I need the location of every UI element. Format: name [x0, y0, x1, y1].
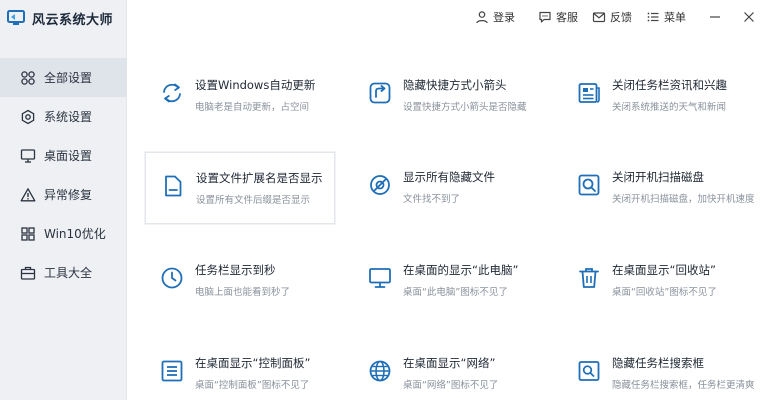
sidebar-item-tools[interactable]: 工具大全 — [0, 253, 127, 292]
hidden-eye-icon — [367, 172, 393, 198]
sidebar-item-system-settings[interactable]: 系统设置 — [0, 97, 127, 136]
service-label: 客服 — [556, 11, 578, 24]
refresh-icon — [159, 80, 185, 106]
card-title: 在桌面显示“回收站” — [612, 263, 716, 277]
card-desc: 桌面“此电脑”图标不见了 — [403, 287, 508, 298]
app-logo-icon — [6, 8, 26, 28]
user-icon — [476, 11, 488, 24]
card-title: 关闭任务栏资讯和兴趣 — [612, 78, 727, 92]
clock-icon — [159, 265, 185, 291]
sidebar: 风云系统大师 全部设置 系统设置 桌面设置 异常修复 Win10优化 工具大全 — [0, 0, 127, 400]
top-bar: 登录 客服 反馈 菜单 — [127, 0, 760, 34]
card-title: 任务栏显示到秒 — [195, 263, 276, 277]
sidebar-item-label: 全部设置 — [44, 71, 93, 85]
card-title: 设置Windows自动更新 — [195, 78, 316, 92]
sidebar-nav: 全部设置 系统设置 桌面设置 异常修复 Win10优化 工具大全 — [0, 58, 127, 292]
minimize-button[interactable] — [707, 9, 723, 25]
file-icon — [160, 173, 186, 199]
card-title: 隐藏快捷方式小箭头 — [403, 78, 507, 92]
news-icon — [576, 80, 602, 106]
sidebar-item-win10[interactable]: Win10优化 — [0, 214, 127, 253]
menu-label: 菜单 — [664, 11, 686, 24]
card-title: 在桌面的显示“此电脑” — [403, 263, 519, 277]
menu-button[interactable]: 菜单 — [646, 8, 686, 26]
login-button[interactable]: 登录 — [475, 8, 515, 26]
app-title: 风云系统大师 — [32, 12, 114, 28]
card-taskbar-search[interactable]: 隐藏任务栏搜索框 隐藏任务栏搜索框，任务栏更清爽 — [562, 338, 755, 400]
card-title: 设置文件扩展名是否显示 — [196, 171, 323, 185]
card-disk-scan[interactable]: 关闭开机扫描磁盘 关闭开机扫描磁盘，加快开机速度 — [562, 152, 755, 224]
disk-scan-icon — [576, 172, 602, 198]
card-title: 关闭开机扫描磁盘 — [612, 170, 704, 184]
card-title: 在桌面显示“控制面板” — [195, 356, 311, 370]
globe-icon — [367, 358, 393, 384]
grid-circles-icon — [20, 70, 36, 86]
card-desc: 电脑上面也能看到秒了 — [195, 287, 291, 298]
feedback-label: 反馈 — [610, 11, 632, 24]
card-desc: 设置快捷方式小箭头是否隐藏 — [403, 102, 527, 113]
mail-icon — [592, 12, 606, 23]
card-desc: 隐藏任务栏搜索框，任务栏更清爽 — [612, 380, 755, 391]
sidebar-item-label: 桌面设置 — [44, 149, 93, 163]
settings-hex-icon — [20, 109, 36, 125]
card-network[interactable]: 在桌面显示“网络” 桌面“网络”图标不见了 — [353, 338, 543, 400]
trash-icon — [576, 265, 602, 291]
search-box-icon — [576, 358, 602, 384]
windows-icon — [20, 226, 36, 242]
sidebar-item-label: 系统设置 — [44, 110, 93, 124]
warning-icon — [20, 187, 36, 203]
close-button[interactable] — [741, 9, 757, 25]
card-title: 显示所有隐藏文件 — [403, 170, 495, 184]
toolbox-icon — [20, 265, 36, 281]
control-panel-icon — [159, 358, 185, 384]
card-control-panel[interactable]: 在桌面显示“控制面板” 桌面“控制面板”图标不见了 — [145, 338, 335, 400]
shortcut-arrow-icon — [367, 80, 393, 106]
sidebar-item-all-settings[interactable]: 全部设置 — [0, 58, 127, 97]
sidebar-item-label: Win10优化 — [44, 227, 106, 241]
close-icon — [744, 12, 754, 22]
card-taskbar-news[interactable]: 关闭任务栏资讯和兴趣 关闭系统推送的天气和新闻 — [562, 60, 752, 132]
chat-icon — [539, 11, 551, 23]
card-file-extension[interactable]: 设置文件扩展名是否显示 设置所有文件后缀是否显示 — [145, 152, 335, 224]
menu-list-icon — [647, 12, 659, 22]
card-taskbar-seconds[interactable]: 任务栏显示到秒 电脑上面也能看到秒了 — [145, 245, 335, 317]
monitor-icon — [20, 148, 36, 164]
card-hidden-files[interactable]: 显示所有隐藏文件 文件找不到了 — [353, 152, 543, 224]
card-shortcut-arrow[interactable]: 隐藏快捷方式小箭头 设置快捷方式小箭头是否隐藏 — [353, 60, 543, 132]
minimize-icon — [710, 16, 720, 18]
service-button[interactable]: 客服 — [538, 8, 578, 26]
computer-icon — [367, 265, 393, 291]
sidebar-item-label: 异常修复 — [44, 188, 93, 202]
card-desc: 桌面“网络”图标不见了 — [403, 380, 499, 391]
sidebar-item-desktop-settings[interactable]: 桌面设置 — [0, 136, 127, 175]
card-desc: 文件找不到了 — [403, 194, 461, 205]
brand: 风云系统大师 — [0, 0, 127, 36]
feedback-button[interactable]: 反馈 — [592, 8, 632, 26]
card-title: 隐藏任务栏搜索框 — [612, 356, 704, 370]
card-desc: 关闭开机扫描磁盘，加快开机速度 — [612, 194, 755, 205]
card-desc: 电脑老是自动更新，占空间 — [195, 102, 310, 113]
card-title: 在桌面显示“网络” — [403, 356, 496, 370]
card-windows-update[interactable]: 设置Windows自动更新 电脑老是自动更新，占空间 — [145, 60, 335, 132]
login-label: 登录 — [493, 11, 515, 24]
card-desc: 关闭系统推送的天气和新闻 — [612, 102, 727, 113]
card-desc: 桌面“回收站”图标不见了 — [612, 287, 717, 298]
card-recycle-bin[interactable]: 在桌面显示“回收站” 桌面“回收站”图标不见了 — [562, 245, 752, 317]
card-desc: 设置所有文件后缀是否显示 — [196, 195, 311, 206]
sidebar-item-repair[interactable]: 异常修复 — [0, 175, 127, 214]
card-desc: 桌面“控制面板”图标不见了 — [195, 380, 310, 391]
card-this-pc[interactable]: 在桌面的显示“此电脑” 桌面“此电脑”图标不见了 — [353, 245, 543, 317]
sidebar-item-label: 工具大全 — [44, 266, 93, 280]
